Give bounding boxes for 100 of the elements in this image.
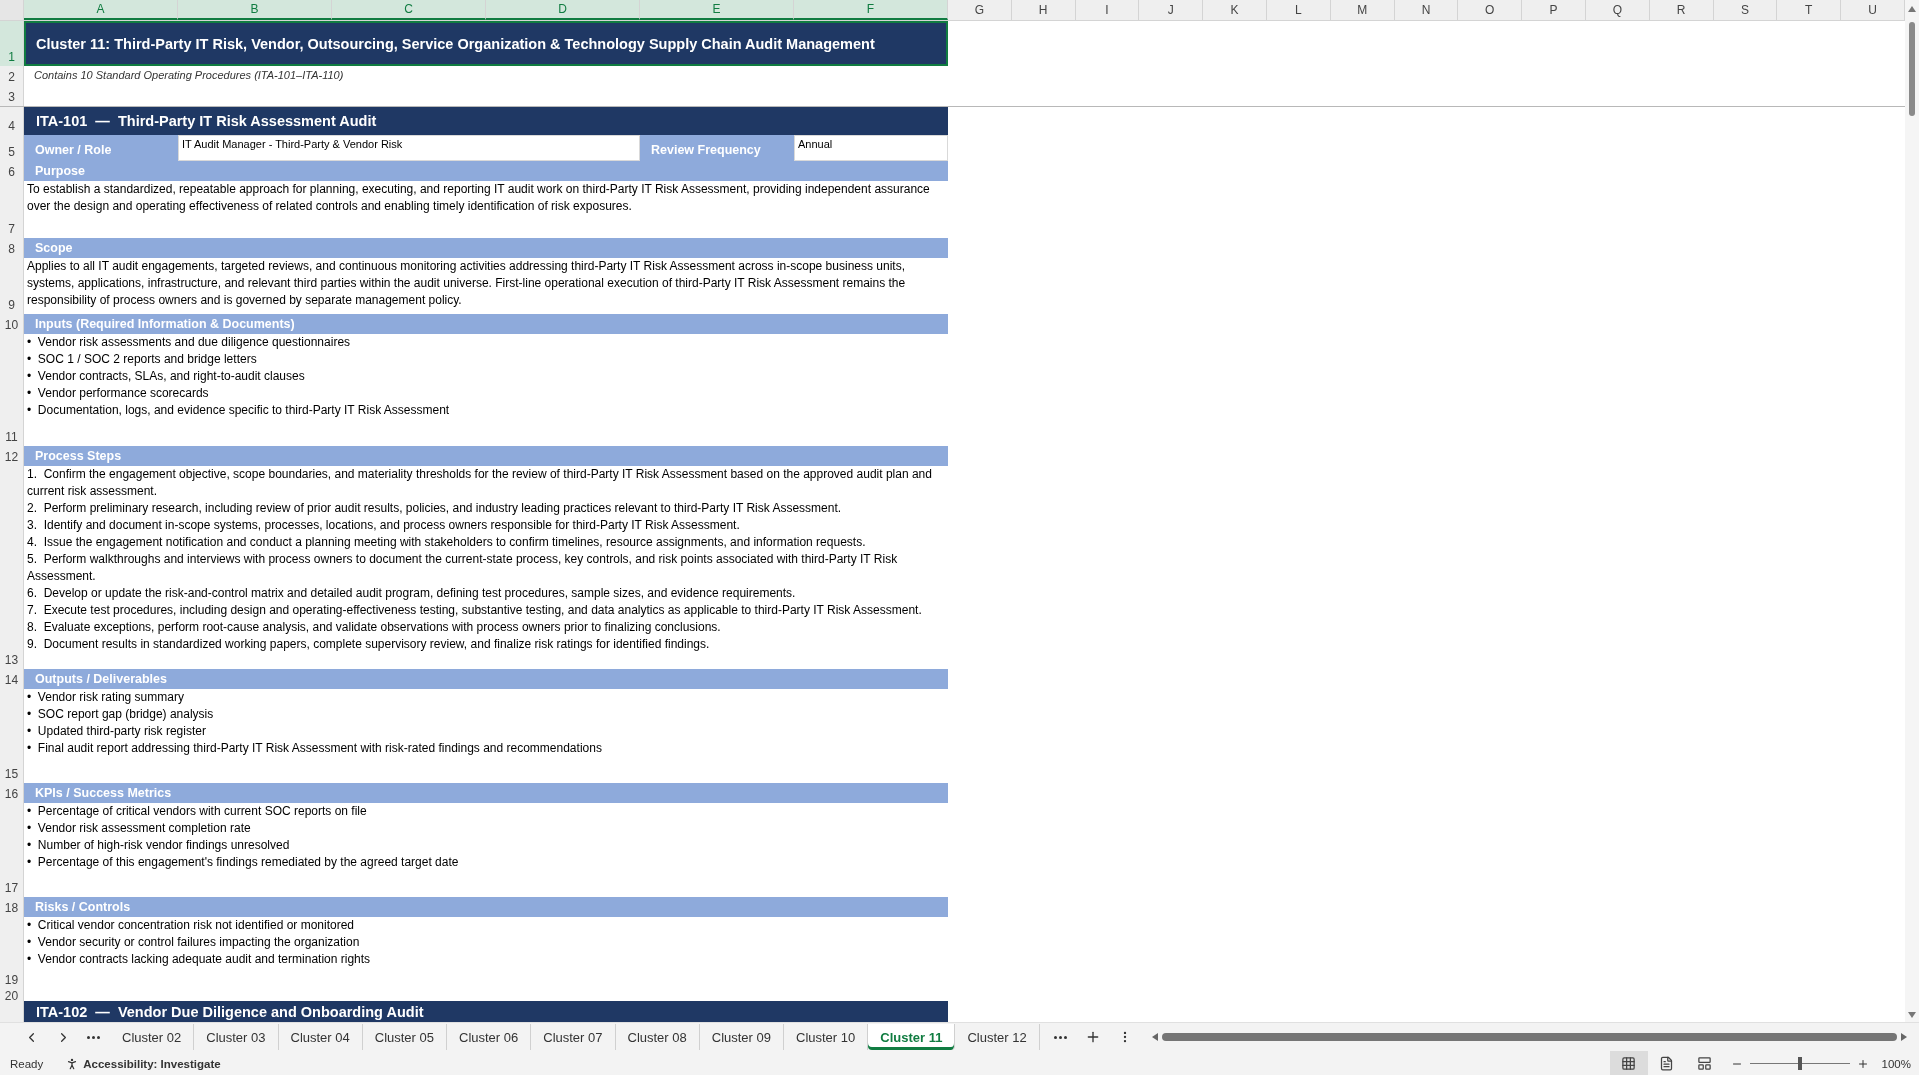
section-heading: Risks / Controls <box>24 897 948 917</box>
column-header[interactable]: C <box>332 0 486 20</box>
section-heading: Inputs (Required Information & Documents) <box>24 314 948 334</box>
accessibility-button[interactable]: Accessibility: Investigate <box>65 1056 221 1071</box>
zoom-level: 100% <box>1881 1057 1911 1070</box>
column-header[interactable]: A <box>24 0 178 20</box>
row-header[interactable]: 10 <box>0 314 24 334</box>
row-header[interactable]: 9 <box>0 258 24 314</box>
row-header[interactable]: 4 <box>0 107 24 135</box>
subtitle-note: Contains 10 Standard Operating Procedures (ITA-101–ITA-110) <box>33 68 345 83</box>
column-header[interactable]: N <box>1394 0 1459 20</box>
column-header[interactable]: R <box>1649 0 1714 20</box>
sheet-tab[interactable]: Cluster 06 <box>447 1024 532 1050</box>
column-header[interactable]: O <box>1458 0 1523 20</box>
column-header[interactable]: Q <box>1586 0 1650 20</box>
column-header[interactable]: H <box>1011 0 1076 20</box>
row-header[interactable]: 2 <box>0 66 24 86</box>
row-header[interactable]: 13 <box>0 466 24 669</box>
list-item: • Vendor contracts lacking adequate audit and termination rights <box>27 951 372 968</box>
list-item: • Number of high-risk vendor findings unresolved <box>27 837 291 854</box>
column-header[interactable]: B <box>178 0 332 20</box>
plus-icon <box>1856 1057 1869 1070</box>
column-header[interactable]: K <box>1203 0 1267 20</box>
list-item: 2. Perform preliminary research, including review of prior audit results, policies, and industry leading practices relevant to third-Party IT Risk Assessment. <box>27 500 843 517</box>
list-item: • Documentation, logs, and evidence specific to third-Party IT Risk Assessment <box>27 402 451 419</box>
vertical-scrollbar[interactable] <box>1905 0 1919 1022</box>
row-header[interactable]: 17 <box>0 803 24 897</box>
sheet-tab[interactable]: Cluster 03 <box>194 1024 279 1050</box>
list-item: • Updated third-party risk register <box>27 723 207 740</box>
row-header[interactable]: 19 <box>0 917 24 989</box>
list-item: 3. Identify and document in-scope systems, processes, locations, and process owners responsible for third-Party IT Risk Assessment. <box>27 517 741 534</box>
normal-view-icon <box>1621 1056 1637 1071</box>
section-heading: Scope <box>24 238 948 258</box>
list-item: 6. Develop or update the risk-and-control matrix and detailed audit program, defining test procedures, sample sizes, and evidence requirements. <box>27 585 797 602</box>
list-item: • Vendor risk assessment completion rate <box>27 820 252 837</box>
list-item: 4. Issue the engagement notification and conduct a planning meeting with stakeholders to confirm timelines, resource assignments, and information requests. <box>27 534 867 551</box>
field-value: Annual <box>794 135 948 161</box>
list-item: 5. Perform walkthroughs and interviews with process owners to document the current-state process, key controls, and risk points associated with third-Party IT Risk Assessment. <box>27 551 899 585</box>
row-header[interactable]: 18 <box>0 897 24 917</box>
column-header[interactable]: M <box>1330 0 1395 20</box>
scroll-left-icon[interactable] <box>1151 1033 1158 1041</box>
column-header[interactable]: G <box>948 0 1012 20</box>
row-header[interactable]: 11 <box>0 334 24 446</box>
column-header[interactable]: S <box>1713 0 1778 20</box>
sheet-tab[interactable]: Cluster 09 <box>699 1024 784 1050</box>
view-button[interactable] <box>1609 1051 1648 1075</box>
list-item: 7. Execute test procedures, including design and operating-effectiveness testing, substantive testing, and data analytics as applicable to third-Party IT Risk Assessment. <box>27 602 923 619</box>
sheet-tab[interactable]: Cluster 04 <box>278 1024 363 1050</box>
list-item: • Vendor contracts, SLAs, and right-to-audit clauses <box>27 368 306 385</box>
column-header[interactable]: D <box>486 0 640 20</box>
paragraph-text: Applies to all IT audit engagements, targeted reviews, and continuous monitoring activities addressing third-Party IT Risk Assessment across in-scope business units, systems, applications, infrastructure, and relevant third parties within the audit universe. First-line operational execution of third-Party IT Risk Assessment remains the responsibility of process owners and is governed by separate management policy. <box>26 258 907 309</box>
procedure-heading: ITA-102 — Vendor Due Diligence and Onboarding Audit <box>24 1001 948 1022</box>
list-item: • Vendor risk rating summary <box>27 689 185 706</box>
list-item: 1. Confirm the engagement objective, scope boundaries, and materiality thresholds for the review of third-Party IT Risk Assessment based on the approved audit plan and current risk assessment. <box>27 466 933 500</box>
sheet-tab[interactable]: Cluster 12 <box>955 1024 1040 1050</box>
zoom-thumb[interactable] <box>1797 1057 1802 1070</box>
field-label: Review Frequency <box>640 135 794 161</box>
row-header[interactable]: 12 <box>0 446 24 466</box>
list-item: • Percentage of critical vendors with current SOC reports on file <box>27 803 368 820</box>
procedure-heading: ITA-101 — Third-Party IT Risk Assessment Audit <box>24 107 948 135</box>
sheet-tab[interactable]: Cluster 07 <box>531 1024 616 1050</box>
column-header[interactable]: E <box>640 0 794 20</box>
section-heading: Outputs / Deliverables <box>24 669 948 689</box>
column-header[interactable]: F <box>794 0 948 20</box>
column-header[interactable]: J <box>1139 0 1204 20</box>
sheet-tab[interactable]: Cluster 11 <box>868 1024 956 1050</box>
list-item: • SOC 1 / SOC 2 reports and bridge letters <box>27 351 258 368</box>
row-header[interactable]: 6 <box>0 161 24 181</box>
sheet-tab[interactable]: Cluster 08 <box>615 1024 700 1050</box>
row-header[interactable]: 1 <box>0 21 24 66</box>
field-value: IT Audit Manager - Third-Party & Vendor Risk <box>178 135 640 161</box>
scroll-right-icon[interactable] <box>1901 1033 1907 1041</box>
column-header[interactable]: I <box>1075 0 1140 20</box>
list-item: • Percentage of this engagement's findings remediated by the agreed target date <box>27 854 460 871</box>
list-item: • Vendor risk assessments and due diligence questionnaires <box>27 334 352 351</box>
sheet-title: Cluster 11: Third-Party IT Risk, Vendor, Outsourcing, Service Organization & Technology Supply Chain Audit Management <box>24 21 948 66</box>
list-item: 9. Document results in standardized working papers, complete supervisory review, and finalize risk ratings for identified findings. <box>27 636 711 653</box>
page-break-icon <box>1697 1056 1713 1071</box>
sheet-tab[interactable]: Cluster 05 <box>362 1024 447 1050</box>
list-item: • Vendor security or control failures impacting the organization <box>27 934 361 951</box>
row-header[interactable]: 5 <box>0 135 24 161</box>
row-header[interactable]: 15 <box>0 689 24 783</box>
row-header[interactable]: 14 <box>0 669 24 689</box>
row-header[interactable]: 7 <box>0 181 24 238</box>
column-header[interactable]: U <box>1841 0 1905 20</box>
sheet-tab[interactable]: Cluster 02 <box>110 1024 195 1050</box>
row-header[interactable]: 16 <box>0 783 24 803</box>
page-layout-icon <box>1659 1056 1675 1071</box>
column-header[interactable]: T <box>1777 0 1842 20</box>
row-header[interactable]: 20 <box>0 989 24 1001</box>
list-item: • Final audit report addressing third-Party IT Risk Assessment with risk-rated findings and recommendations <box>27 740 603 757</box>
ellipsis-icon <box>1054 1035 1068 1039</box>
row-header[interactable]: 3 <box>0 86 24 106</box>
horizontal-scrollbar[interactable] <box>1161 1033 1897 1041</box>
field-label: Owner / Role <box>24 135 178 161</box>
column-header[interactable]: L <box>1267 0 1331 20</box>
list-item: 8. Evaluate exceptions, perform root-cause analysis, and validate observations with process owners prior to finalizing conclusions. <box>27 619 722 636</box>
row-header[interactable]: 8 <box>0 238 24 258</box>
ellipsis-icon <box>86 1035 100 1039</box>
column-header[interactable]: P <box>1522 0 1586 20</box>
